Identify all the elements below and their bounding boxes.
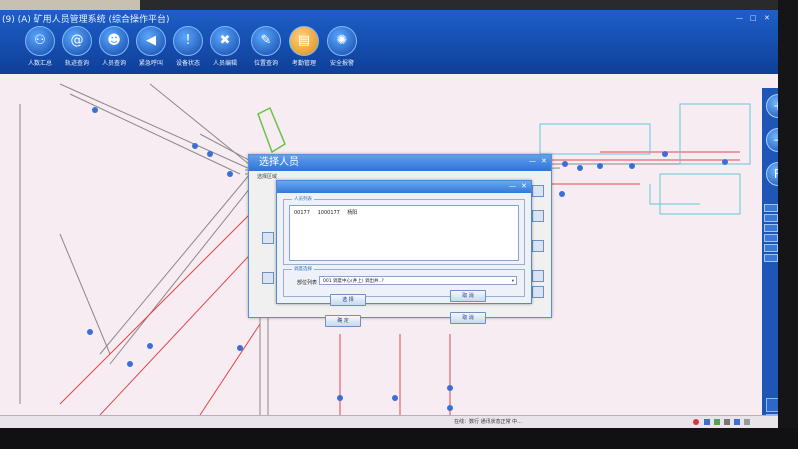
person-list-dialog: — ✕ 人员列表 00177 1000177 杨阳 调度选择 部位列表 001 … — [276, 180, 532, 304]
info-icon: ! — [173, 26, 203, 56]
zoom-out-button[interactable]: − — [766, 128, 778, 152]
dialog-subtitle: 选择区域 — [257, 174, 278, 180]
toolbar-label: 人数汇总 — [27, 60, 52, 67]
toolbar-label: 安全报警 — [329, 60, 354, 67]
list-item[interactable]: 00177 1000177 杨阳 — [294, 209, 357, 216]
inner-dialog-titlebar — [277, 181, 531, 193]
close-button[interactable]: ✕ — [764, 14, 770, 22]
outer-side-button[interactable] — [532, 240, 544, 252]
toolbar-label: 考勤管理 — [291, 60, 316, 67]
toolbar-btn-track-query[interactable]: @ 轨迹查询 — [59, 26, 95, 72]
toolbar-label: 紧急呼叫 — [138, 60, 163, 67]
layer-toggle[interactable] — [764, 244, 778, 252]
reset-view-button[interactable]: R — [766, 162, 778, 186]
toolbar-label: 轨迹查询 — [64, 60, 89, 67]
window-title: (9) (A) 矿用人员管理系统 (综合操作平台) — [2, 15, 170, 25]
person-sum-icon: ⚇ — [25, 26, 55, 56]
background-photo — [0, 0, 140, 10]
alarm-icon: ✺ — [327, 26, 357, 56]
outer-cancel-button[interactable]: 取 消 — [450, 312, 486, 324]
toolbar-btn-device-status[interactable]: ! 设备状态 — [170, 26, 206, 72]
person-id: 1000177 — [317, 210, 340, 216]
outer-side-button[interactable] — [532, 185, 544, 197]
people-group-label: 人员列表 — [292, 196, 314, 202]
tools-icon: ✖ — [210, 26, 240, 56]
toolbar-btn-emergency-call[interactable]: ◀ 紧急呼叫 — [133, 26, 169, 72]
dialog-minimize-button[interactable]: — — [529, 157, 536, 165]
inner-close-button[interactable]: ✕ — [521, 182, 527, 190]
at-icon: @ — [62, 26, 92, 56]
inner-minimize-button[interactable]: — — [509, 182, 516, 190]
inner-cancel-button[interactable]: 取 消 — [450, 290, 486, 302]
layer-toggle[interactable] — [764, 204, 778, 212]
select-group-label: 调度选择 — [292, 266, 314, 272]
layer-toggle[interactable] — [764, 224, 778, 232]
toolbar-btn-person-query[interactable]: ☻ 人员查询 — [96, 26, 132, 72]
toolbar-label: 人员编辑 — [212, 60, 237, 67]
person-name: 杨阳 — [347, 210, 358, 216]
ok-button[interactable]: 确 定 — [325, 315, 361, 327]
outer-side-button[interactable] — [262, 272, 274, 284]
tray-icons — [693, 419, 750, 425]
layer-toggle[interactable] — [764, 254, 778, 262]
dialog-close-button[interactable]: ✕ — [541, 157, 547, 165]
right-side-panel: + − R — [762, 88, 778, 428]
app-titlebar: (9) (A) 矿用人员管理系统 (综合操作平台) — □ ✕ ⚇ 人数汇总 @… — [0, 10, 778, 74]
toolbar-btn-person-sum[interactable]: ⚇ 人数汇总 — [22, 26, 58, 72]
outer-side-button[interactable] — [532, 210, 544, 222]
card-number: 00177 — [294, 210, 310, 216]
cyan-structures — [539, 103, 751, 215]
toolbar-btn-safety-alarm[interactable]: ✺ 安全报警 — [324, 26, 360, 72]
toolbar-label: 人员查询 — [101, 60, 126, 67]
chevron-down-icon: ▾ — [511, 279, 514, 284]
status-bar: 在线：数行 通讯状态正常 中... — [0, 415, 778, 428]
pen-icon: ✎ — [251, 26, 281, 56]
people-icon: ☻ — [99, 26, 129, 56]
people-list[interactable]: 00177 1000177 杨阳 — [289, 205, 519, 261]
outer-side-button[interactable] — [262, 232, 274, 244]
select-label: 部位列表 — [297, 280, 318, 286]
outer-side-button[interactable] — [532, 270, 544, 282]
monitor-bezel-bottom — [0, 428, 798, 449]
minimize-button[interactable]: — — [736, 14, 743, 22]
speaker-icon: ◀ — [136, 26, 166, 56]
monitor-bezel-top — [140, 0, 798, 10]
location-select[interactable]: 001 调度中心(井上) 调出井..? ▾ — [319, 276, 517, 285]
maximize-button[interactable]: □ — [750, 14, 757, 22]
toolbar-label: 设备状态 — [175, 60, 200, 67]
layer-toggle[interactable] — [764, 214, 778, 222]
outer-side-button[interactable] — [532, 286, 544, 298]
green-structure — [257, 106, 286, 154]
monitor-bezel-right — [778, 0, 798, 449]
status-text: 在线：数行 通讯状态正常 中... — [454, 419, 522, 425]
select-value: 001 调度中心(井上) 调出井..? — [323, 279, 384, 284]
folder-icon: ▤ — [289, 26, 319, 56]
toolbar-btn-position-query[interactable]: ✎ 位置查询 — [248, 26, 284, 72]
toolbar-btn-attendance[interactable]: ▤ 考勤管理 — [286, 26, 322, 72]
toolbar-btn-person-edit[interactable]: ✖ 人员编辑 — [207, 26, 243, 72]
select-button[interactable]: 选 择 — [330, 294, 366, 306]
layer-toggle[interactable] — [764, 234, 778, 242]
legend-item — [766, 398, 778, 412]
dialog-title: 选择人员 — [249, 155, 551, 171]
zoom-in-button[interactable]: + — [766, 94, 778, 118]
toolbar-label: 位置查询 — [253, 60, 278, 67]
